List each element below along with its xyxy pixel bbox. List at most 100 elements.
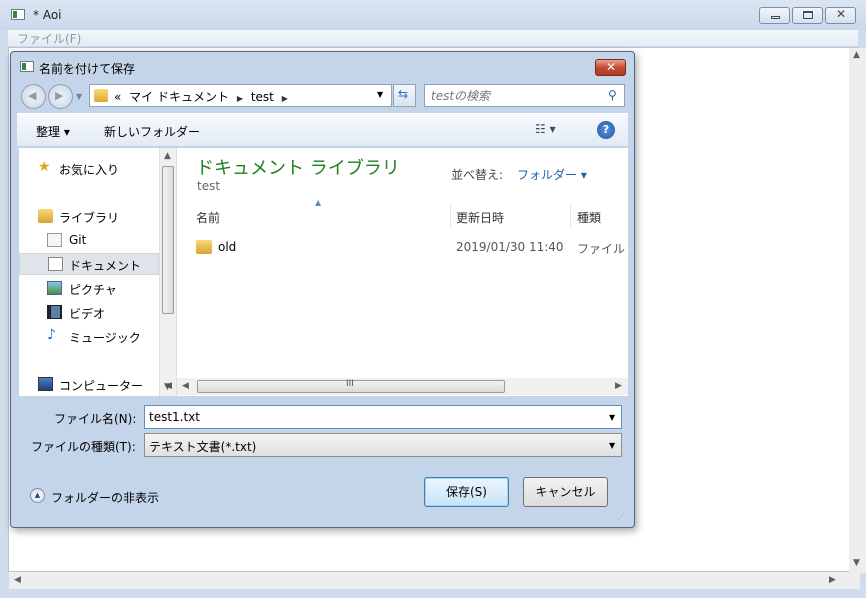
file-modified-date: 2019/01/30 11:40 xyxy=(456,240,564,254)
nav-item-label: ライブラリ xyxy=(59,211,120,225)
resize-grip-icon[interactable]: ⋰ xyxy=(617,512,625,521)
column-divider[interactable] xyxy=(450,204,451,228)
maximize-icon xyxy=(803,11,813,19)
close-icon: ✕ xyxy=(606,60,617,74)
nav-item-libraries[interactable]: ライブラリ xyxy=(19,206,159,228)
filetype-select[interactable]: テキスト文書(*.txt) ▼ xyxy=(144,433,622,457)
nav-item-git[interactable]: Git xyxy=(19,230,159,252)
dropdown-arrow-icon[interactable]: ▼ xyxy=(609,441,615,450)
sort-ascending-icon: ▲ xyxy=(315,198,322,207)
search-input[interactable] xyxy=(431,88,601,103)
file-row[interactable]: old 2019/01/30 11:40 ファイル xyxy=(196,238,628,258)
history-dropdown-icon[interactable]: ▼ xyxy=(76,92,82,101)
minimize-icon xyxy=(771,16,780,19)
folder-icon xyxy=(196,240,212,254)
nav-item-label: ドキュメント xyxy=(69,259,142,273)
nav-item-favorites[interactable]: ★ お気に入り xyxy=(19,158,159,180)
save-as-dialog: 名前を付けて保存 ✕ ◀ ▶ ▼ « マイ ドキュメント ▶ test ▶ ▼ … xyxy=(10,51,635,528)
file-name: old xyxy=(218,240,237,254)
view-options-icon[interactable]: ☷ ▾ xyxy=(535,122,556,136)
sort-by-dropdown[interactable]: フォルダー ▾ xyxy=(517,166,587,183)
scrollbar-thumb[interactable] xyxy=(162,166,174,314)
minimize-button[interactable] xyxy=(759,7,790,24)
scroll-up-icon[interactable]: ▲ xyxy=(853,50,860,60)
search-icon[interactable]: ⚲ xyxy=(608,88,617,102)
breadcrumb-chevron-icon[interactable]: ▶ xyxy=(237,94,243,103)
file-list-horizontal-scrollbar[interactable]: ◀ III ▶ xyxy=(177,378,628,395)
nav-item-label: コンピューター xyxy=(59,379,144,393)
breadcrumb-item-my-documents[interactable]: マイ ドキュメント xyxy=(129,90,229,104)
window-title: * Aoi xyxy=(33,8,62,22)
dropdown-arrow-icon[interactable]: ▼ xyxy=(609,413,615,422)
app-icon xyxy=(11,9,25,20)
filename-label: ファイル名(N): xyxy=(54,412,137,426)
close-icon: ✕ xyxy=(836,7,847,21)
nav-item-label: ミュージック xyxy=(69,331,141,345)
scrollbar-thumb[interactable]: III xyxy=(197,379,505,393)
scroll-down-icon[interactable]: ▼ xyxy=(853,558,860,568)
scroll-right-icon[interactable]: ▶ xyxy=(829,575,836,585)
nav-item-pictures[interactable]: ピクチャ xyxy=(19,278,159,300)
breadcrumb: « マイ ドキュメント ▶ test ▶ xyxy=(114,88,292,105)
column-divider[interactable] xyxy=(570,204,571,228)
nav-item-videos[interactable]: ビデオ xyxy=(19,302,159,324)
back-arrow-icon: ◀ xyxy=(28,89,37,102)
editor-vertical-scrollbar[interactable]: ▲ ▼ xyxy=(849,48,866,573)
navigation-pane: ★ お気に入り ライブラリ Git ドキュメント ピクチャ ビデオ ♪ ミュージ… xyxy=(19,148,177,396)
scroll-up-icon[interactable]: ▲ xyxy=(164,151,171,161)
breadcrumb-overflow[interactable]: « xyxy=(114,90,121,104)
file-type: ファイル xyxy=(577,242,626,256)
address-bar[interactable]: « マイ ドキュメント ▶ test ▶ ▼ xyxy=(89,84,392,107)
library-title: ドキュメント ライブラリ xyxy=(196,158,400,179)
column-header-date[interactable]: 更新日時 xyxy=(456,209,504,226)
column-header-name[interactable]: 名前 xyxy=(196,209,220,226)
editor-horizontal-scrollbar[interactable]: ◀ ▶ xyxy=(9,572,860,589)
dialog-close-button[interactable]: ✕ xyxy=(595,59,626,76)
refresh-button[interactable]: ⇆ xyxy=(393,84,416,107)
new-folder-button[interactable]: 新しいフォルダー xyxy=(104,123,200,140)
cancel-button[interactable]: キャンセル xyxy=(523,477,608,507)
toolbar: 整理 ▾ 新しいフォルダー ☷ ▾ ? xyxy=(17,113,628,147)
close-button[interactable]: ✕ xyxy=(825,7,856,24)
organize-button[interactable]: 整理 ▾ xyxy=(36,123,70,140)
help-icon[interactable]: ? xyxy=(597,121,615,139)
scroll-left-icon[interactable]: ◀ xyxy=(14,575,21,585)
nav-item-label: Git xyxy=(69,233,87,247)
filename-combobox[interactable]: ▼ xyxy=(144,405,622,429)
breadcrumb-chevron-icon[interactable]: ▶ xyxy=(282,94,288,103)
file-list-pane: ドキュメント ライブラリ test 並べ替え: フォルダー ▾ ▲ 名前 更新日… xyxy=(165,148,628,396)
maximize-button[interactable] xyxy=(792,7,823,24)
menu-bar: ファイル(F) xyxy=(8,30,858,46)
nav-item-documents[interactable]: ドキュメント xyxy=(19,253,159,275)
breadcrumb-item-test[interactable]: test xyxy=(251,90,274,104)
chevron-up-icon: ▲ xyxy=(30,488,45,503)
scroll-right-icon[interactable]: ▶ xyxy=(615,381,622,391)
main-titlebar: * Aoi ✕ xyxy=(0,0,866,30)
music-icon: ♪ xyxy=(47,327,56,343)
address-dropdown-icon[interactable]: ▼ xyxy=(377,90,383,99)
pictures-icon xyxy=(47,281,62,295)
back-button[interactable]: ◀ xyxy=(21,84,46,109)
dialog-app-icon xyxy=(20,61,34,72)
nav-item-label: ビデオ xyxy=(69,307,106,321)
scrollbar-grip: III xyxy=(346,379,354,389)
forward-arrow-icon: ▶ xyxy=(55,89,64,102)
scroll-left-icon[interactable]: ◀ xyxy=(182,381,189,391)
dialog-titlebar: 名前を付けて保存 ✕ xyxy=(11,52,634,82)
nav-item-label: お気に入り xyxy=(59,163,120,177)
computer-icon xyxy=(38,377,53,391)
nav-item-computer[interactable]: コンピューター xyxy=(19,374,159,396)
git-folder-icon xyxy=(47,233,62,247)
menu-file[interactable]: ファイル(F) xyxy=(17,30,81,47)
column-header-type[interactable]: 種類 xyxy=(577,209,601,226)
save-button[interactable]: 保存(S) xyxy=(424,477,509,507)
scroll-left-icon[interactable]: ◀ xyxy=(165,381,172,391)
nav-pane-scrollbar[interactable]: ▲ ▼ xyxy=(159,148,176,396)
filename-input[interactable] xyxy=(149,409,599,425)
filetype-label: ファイルの種類(T): xyxy=(31,440,136,454)
search-box[interactable]: ⚲ xyxy=(424,84,625,107)
sort-label: 並べ替え: xyxy=(451,168,504,182)
document-icon xyxy=(48,257,63,271)
nav-item-music[interactable]: ♪ ミュージック xyxy=(19,326,159,348)
forward-button[interactable]: ▶ xyxy=(48,84,73,109)
